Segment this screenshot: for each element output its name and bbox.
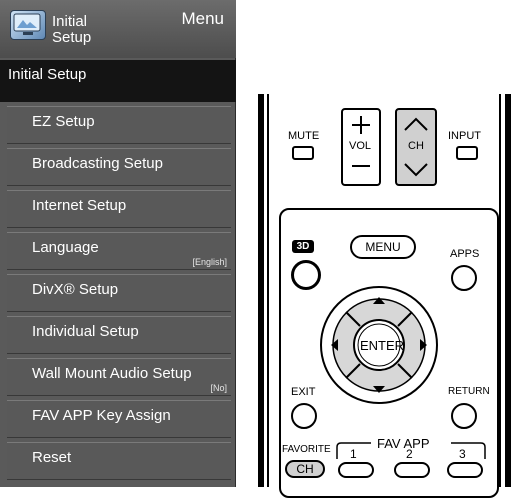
fav-key-2-button[interactable] xyxy=(394,462,430,478)
return-button[interactable] xyxy=(451,403,477,429)
remote-edge-right-inner xyxy=(499,94,501,487)
favorite-ch-button[interactable]: CH xyxy=(285,460,325,478)
menu-item-value: [English] xyxy=(192,257,227,267)
menu-item-label: Individual Setup xyxy=(32,323,139,340)
menu-selected-category[interactable]: Initial Setup xyxy=(0,60,236,102)
volume-label: VOL xyxy=(349,140,372,152)
input-button[interactable] xyxy=(456,146,478,160)
menu-item-broadcasting-setup[interactable]: Broadcasting Setup xyxy=(7,148,231,186)
menu-item-label: DivX® Setup xyxy=(32,281,119,298)
channel-label: CH xyxy=(408,140,424,152)
menu-header-label: Menu xyxy=(181,9,224,28)
fav-key-3-button[interactable] xyxy=(447,462,483,478)
tv-menu-panel: Initial Setup Menu Initial Setup EZ Setu… xyxy=(0,0,236,487)
menu-item-ez-setup[interactable]: EZ Setup xyxy=(7,106,231,144)
apps-button[interactable] xyxy=(451,265,477,291)
return-label: RETURN xyxy=(448,386,490,397)
menu-item-internet-setup[interactable]: Internet Setup xyxy=(7,190,231,228)
menu-header: Initial Setup Menu xyxy=(0,0,236,58)
menu-header-title: Initial Setup xyxy=(52,13,92,46)
menu-item-individual-setup[interactable]: Individual Setup xyxy=(7,316,231,354)
exit-label: EXIT xyxy=(291,386,316,398)
3d-button[interactable] xyxy=(291,260,321,290)
menu-item-fav-app-key-assign[interactable]: FAV APP Key Assign xyxy=(7,400,231,438)
input-label: INPUT xyxy=(448,130,481,142)
apps-label: APPS xyxy=(450,248,480,260)
remote-edge-left xyxy=(258,94,264,487)
menu-item-label: EZ Setup xyxy=(32,113,95,130)
fav-key-3-label: 3 xyxy=(459,447,466,461)
menu-button[interactable]: MENU xyxy=(350,235,416,259)
menu-item-label: Reset xyxy=(32,449,72,466)
menu-item-label: Language xyxy=(32,239,99,256)
remote-control: MUTE VOL CH INPUT 3D MENU APPS ENTER EXI… xyxy=(258,94,511,498)
mute-button[interactable] xyxy=(292,146,314,160)
menu-item-wall-mount-audio-setup[interactable]: Wall Mount Audio Setup [No] xyxy=(7,358,231,396)
remote-edge-right xyxy=(505,94,511,487)
mute-label: MUTE xyxy=(288,130,320,142)
favorite-ch-label: CH xyxy=(296,462,314,476)
fav-key-1-button[interactable] xyxy=(338,462,374,478)
menu-item-label: Wall Mount Audio Setup xyxy=(32,365,192,382)
menu-selected-label: Initial Setup xyxy=(8,66,87,83)
fav-key-1-label: 1 xyxy=(350,447,357,461)
menu-item-value: [No] xyxy=(210,383,227,393)
menu-item-label: FAV APP Key Assign xyxy=(32,407,171,424)
exit-button[interactable] xyxy=(291,403,317,429)
fav-key-2-label: 2 xyxy=(406,447,413,461)
menu-item-label: Internet Setup xyxy=(32,197,127,214)
menu-item-reset[interactable]: Reset xyxy=(7,442,231,480)
menu-item-divx-setup[interactable]: DivX® Setup xyxy=(7,274,231,312)
menu-item-language[interactable]: Language [English] xyxy=(7,232,231,270)
menu-item-label: Broadcasting Setup xyxy=(32,155,163,172)
enter-label: ENTER xyxy=(360,338,405,353)
initial-setup-icon xyxy=(10,10,46,40)
remote-edge-left-inner xyxy=(267,94,269,487)
fav-app-label: FAV APP xyxy=(377,436,430,451)
menu-button-label: MENU xyxy=(365,240,401,254)
favorite-label: FAVORITE xyxy=(282,444,331,455)
3d-label: 3D xyxy=(292,240,314,253)
